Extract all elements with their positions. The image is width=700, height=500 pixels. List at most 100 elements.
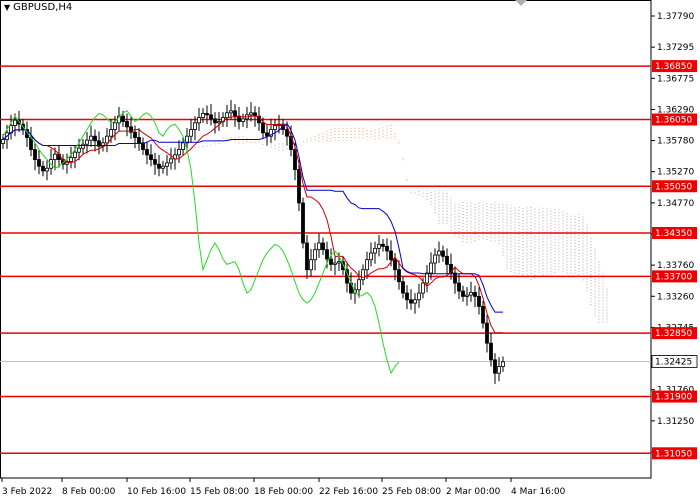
candle-body: [317, 242, 321, 251]
candle-body: [421, 282, 425, 294]
price-chart[interactable]: 1.377901.372951.367751.362901.357801.352…: [0, 0, 700, 500]
x-tick-label: 22 Feb 16:00: [319, 487, 378, 497]
level-label: 1.32850: [655, 329, 692, 339]
candle-body: [209, 114, 213, 120]
candle-body: [501, 361, 505, 367]
y-tick-label: 1.36775: [657, 74, 694, 84]
candle-body: [441, 250, 445, 257]
candle-body: [397, 269, 401, 283]
candle-body: [405, 292, 409, 301]
candle-body: [89, 135, 93, 141]
candle-body: [53, 153, 57, 160]
candle-body: [253, 112, 257, 117]
candle-body: [325, 249, 329, 260]
x-tick-label: 18 Feb 00:00: [254, 487, 313, 497]
y-tick-label: 1.33760: [657, 261, 694, 271]
candles: [1, 100, 505, 384]
y-tick-label: 1.33260: [657, 292, 694, 302]
candle-body: [301, 202, 305, 244]
y-tick-label: 1.31250: [657, 417, 694, 427]
candle-body: [197, 117, 201, 124]
candle-body: [493, 359, 497, 374]
candle-body: [393, 259, 397, 271]
candle-body: [165, 162, 169, 167]
candle-body: [445, 255, 449, 265]
candle-body: [357, 279, 361, 291]
candle-body: [145, 149, 149, 156]
candle-body: [229, 110, 233, 114]
candle-body: [485, 322, 489, 344]
candle-body: [477, 296, 481, 307]
level-label: 1.36850: [655, 62, 692, 72]
y-tick-label: 1.37295: [657, 43, 694, 53]
candle-body: [457, 282, 461, 292]
candle-body: [497, 366, 501, 374]
candle-body: [265, 132, 269, 137]
candle-body: [81, 143, 85, 149]
ichimoku-cloud: [154, 124, 608, 323]
y-tick-label: 1.37790: [657, 12, 694, 22]
candle-body: [313, 249, 317, 261]
candle-body: [305, 242, 309, 271]
candle-body: [401, 281, 405, 294]
candle-body: [417, 292, 421, 301]
candle-body: [37, 159, 41, 167]
level-label: 1.34350: [655, 229, 692, 239]
candle-body: [425, 272, 429, 284]
candle-body: [73, 151, 77, 158]
candle-body: [213, 118, 217, 124]
candle-body: [121, 115, 125, 122]
candle-body: [273, 125, 277, 130]
candle-body: [285, 129, 289, 137]
candle-body: [321, 242, 325, 251]
x-tick-label: 8 Feb 00:00: [62, 487, 116, 497]
candle-body: [161, 165, 165, 169]
y-tick-label: 1.34770: [657, 199, 694, 209]
candle-body: [181, 142, 185, 150]
candle-body: [45, 167, 49, 172]
candle-body: [133, 131, 137, 138]
candle-body: [389, 250, 393, 261]
candle-body: [205, 113, 209, 116]
candle-body: [13, 119, 17, 126]
candle-body: [369, 252, 373, 261]
candle-body: [85, 139, 89, 145]
candle-body: [193, 122, 197, 130]
candle-body: [33, 149, 37, 160]
candle-body: [469, 292, 473, 296]
candle-body: [105, 135, 109, 144]
candle-body: [261, 122, 265, 134]
candle-body: [489, 342, 493, 361]
candle-body: [77, 147, 81, 153]
candle-body: [225, 112, 229, 118]
candle-body: [429, 262, 433, 274]
candle-body: [149, 154, 153, 160]
candle-body: [113, 122, 117, 130]
candle-body: [373, 247, 377, 254]
x-tick-label: 2 Mar 00:00: [446, 487, 501, 497]
candle-body: [1, 139, 5, 144]
candle-body: [69, 157, 73, 162]
chart-window: ▼ GBPUSD,H4 1.37790 1.37295 1.36775 1.36290 1…: [0, 0, 700, 500]
x-tick-label: 3 Feb 2022: [2, 487, 52, 497]
level-label: 1.31900: [655, 393, 692, 403]
x-tick-label: 25 Feb 08:00: [382, 487, 441, 497]
x-tick-label: 4 Mar 16:00: [511, 487, 566, 497]
candle-body: [233, 110, 237, 117]
candle-body: [177, 149, 181, 156]
candle-body: [453, 272, 457, 284]
scroll-marker-icon[interactable]: [515, 0, 527, 6]
level-label: 1.31050: [655, 449, 692, 459]
candle-body: [365, 259, 369, 271]
plot-frame: [0, 0, 652, 479]
level-label: 1.33700: [655, 272, 692, 282]
candle-body: [41, 165, 45, 172]
candle-body: [409, 299, 413, 304]
level-label: 1.36050: [655, 116, 692, 126]
candle-body: [109, 129, 113, 137]
candle-body: [137, 137, 141, 144]
candle-body: [461, 290, 465, 297]
candle-body: [241, 118, 245, 122]
candle-body: [93, 135, 97, 142]
candle-body: [157, 163, 161, 169]
